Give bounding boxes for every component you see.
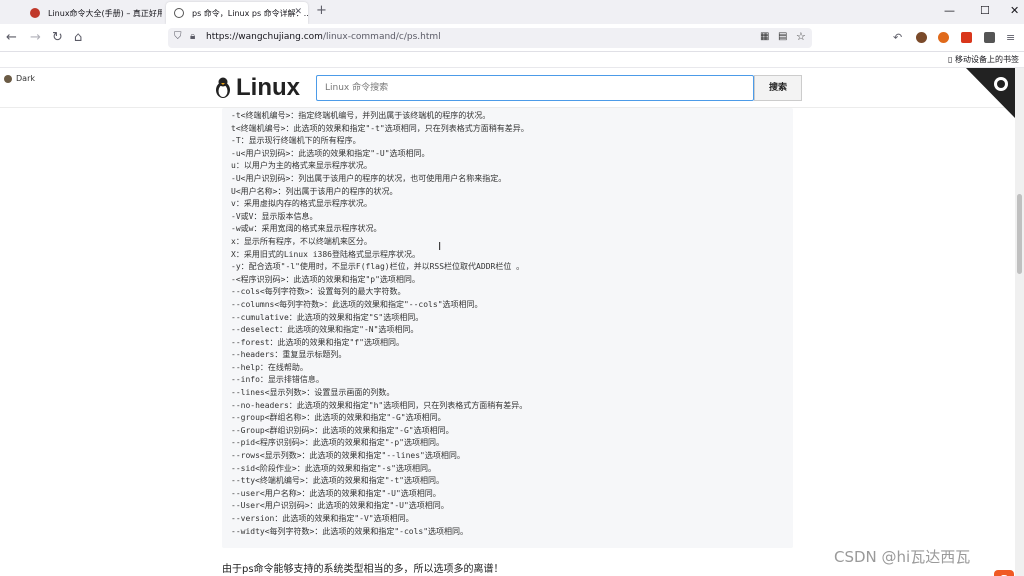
dark-mode-dot-icon: [4, 74, 12, 83]
code-line: -w或w：采用宽阔的格式来显示程序状况。: [231, 224, 382, 234]
code-line: U<用户名称>：列出属于该用户的程序的状况。: [231, 186, 398, 196]
extension-cookie-icon[interactable]: [916, 32, 927, 43]
code-line: --sid<阶段作业>：此选项的效果和指定"-s"选项相同。: [231, 463, 436, 473]
code-line: x：显示所有程序，不以终端机来区分。: [231, 236, 372, 246]
code-line: -U<用户识别码>：列出属于该用户的程序的状况，也可使用用户名称来指定。: [231, 173, 507, 183]
code-line: --tty<终端机编号>：此选项的效果和指定"-t"选项相同。: [231, 476, 444, 486]
reload-icon[interactable]: ↻: [52, 30, 63, 45]
dark-mode-toggle[interactable]: Dark: [4, 74, 35, 83]
text-cursor-icon: I: [438, 240, 442, 253]
site-favicon-icon: [174, 8, 184, 18]
sogou-ime-icon[interactable]: S: [994, 570, 1014, 576]
address-bar[interactable]: ⛉ 🔒︎ https://wangchujiang.com/linux-comm…: [168, 28, 812, 48]
extension-orange-icon[interactable]: [938, 32, 949, 43]
code-block: -t<终端机编号>：指定终端机编号，并列出属于该终端机的程序的状况。 t<终端机编…: [222, 108, 793, 548]
navigation-bar: ← → ↻ ⌂ ⛉ 🔒︎ https://wangchujiang.com/li…: [0, 24, 1024, 52]
site-header: Linux Linux 命令搜索 搜索: [0, 68, 1015, 118]
menu-icon[interactable]: ≡: [1006, 31, 1015, 44]
reader-view-icon[interactable]: ▤: [778, 31, 787, 42]
forward-icon[interactable]: →: [30, 30, 41, 45]
lock-icon[interactable]: 🔒︎: [190, 31, 195, 42]
code-line: t<终端机编号>：此选项的效果和指定"-t"选项相同，只在列表格式方面稍有差异。: [231, 123, 529, 133]
code-line: --pid<程序识别码>：此选项的效果和指定"-p"选项相同。: [231, 438, 444, 448]
code-line: --version：此选项的效果和指定"-V"选项相同。: [231, 514, 414, 523]
search-input[interactable]: Linux 命令搜索: [316, 75, 754, 101]
code-line: --columns<每列字符数>：此选项的效果和指定"--cols"选项相同。: [231, 299, 483, 309]
code-line: --no-headers：此选项的效果和指定"h"选项相同，只在列表格式方面稍有…: [231, 400, 528, 410]
code-line: -<程序识别码>：此选项的效果和指定"p"选项相同。: [231, 274, 420, 284]
dark-mode-label: Dark: [16, 74, 35, 83]
code-line: --info：显示排错信息。: [231, 375, 324, 385]
new-tab-icon[interactable]: +: [316, 3, 327, 18]
mobile-bookmarks[interactable]: ▯ 移动设备上的书签: [948, 54, 1019, 65]
url-text[interactable]: https://wangchujiang.com/linux-command/c…: [206, 32, 441, 42]
shield-icon[interactable]: ⛉: [174, 31, 182, 42]
code-line: -t<终端机编号>：指定终端机编号，并列出属于该终端机的程序的状况。: [231, 111, 491, 120]
home-icon[interactable]: ⌂: [74, 30, 82, 45]
code-line: --cumulative：此选项的效果和指定"S"选项相同。: [231, 312, 424, 322]
bookmark-star-icon[interactable]: ☆: [796, 30, 806, 43]
csdn-watermark: CSDN @hi瓦达西瓦: [834, 548, 971, 566]
undo-icon[interactable]: ↶: [893, 31, 902, 44]
github-corner-icon[interactable]: [966, 68, 1015, 118]
code-line: -y：配合选项"-l"使用时，不显示F(flag)栏位，并以RSS栏位取代ADD…: [231, 262, 525, 272]
tab-ps-command[interactable]: ps 命令，Linux ps 命令详解：… ✕: [166, 2, 308, 24]
tab-label: Linux命令大全(手册) – 真正好用…: [48, 8, 162, 18]
code-line: -u<用户识别码>：此选项的效果和指定"-U"选项相同。: [231, 148, 430, 158]
close-tab-icon[interactable]: ✕: [294, 7, 302, 17]
code-line: u：以用户为主的格式来显示程序状况。: [231, 161, 372, 171]
scrollbar[interactable]: [1015, 68, 1024, 576]
bookmarks-bar: ▯ 移动设备上的书签: [0, 52, 1024, 68]
page-content: Linux Linux 命令搜索 搜索 Dark -t<终端机编号>：指定终端机…: [0, 68, 1015, 576]
tab-linux-commands[interactable]: Linux命令大全(手册) – 真正好用…: [22, 2, 162, 24]
code-line: --cols<每列字符数>：设置每列的最大字符数。: [231, 287, 406, 297]
tab-label: ps 命令，Linux ps 命令详解：…: [192, 8, 308, 18]
code-line: --User<用户识别码>：此选项的效果和指定"-U"选项相同。: [231, 501, 449, 511]
code-line: --widty<每列字符数>：此选项的效果和指定"-cols"选项相同。: [231, 526, 469, 536]
url-host: https://wangchujiang.com: [206, 32, 323, 42]
close-window-button[interactable]: ✕: [1010, 4, 1019, 17]
extension-gray-icon[interactable]: [984, 32, 995, 43]
code-line: -T：显示现行终端机下的所有程序。: [231, 136, 361, 146]
code-line: --help：在线帮助。: [231, 362, 308, 372]
code-line: --headers：重复显示标题列。: [231, 350, 347, 360]
code-lines: -t<终端机编号>：指定终端机编号，并列出属于该终端机的程序的状况。 t<终端机编…: [231, 110, 529, 538]
scrollbar-thumb[interactable]: [1017, 194, 1022, 274]
site-favicon-icon: [30, 8, 40, 18]
tux-icon: [216, 77, 230, 98]
maximize-button[interactable]: ☐: [980, 4, 990, 17]
code-line: --user<用户名称>：此选项的效果和指定"-U"选项相同。: [231, 488, 441, 498]
code-line: --rows<显示列数>：此选项的效果和指定"--lines"选项相同。: [231, 451, 465, 461]
code-line: --deselect：此选项的效果和指定"-N"选项相同。: [231, 325, 419, 335]
url-path: /linux-command/c/ps.html: [322, 32, 441, 42]
code-line: X：采用旧式的Linux i386登陆格式显示程序状况。: [231, 249, 420, 259]
search-button[interactable]: 搜索: [754, 75, 802, 101]
extension-red-icon[interactable]: [961, 32, 972, 43]
site-logo[interactable]: Linux: [214, 74, 300, 102]
code-line: --forest：此选项的效果和指定"f"选项相同。: [231, 337, 404, 347]
qr-code-icon[interactable]: ▦: [760, 31, 769, 42]
minimize-button[interactable]: —: [944, 4, 955, 17]
code-line: --lines<显示列数>：设置显示画面的列数。: [231, 388, 395, 398]
logo-text: Linux: [236, 74, 300, 101]
paragraph: 由于ps命令能够支持的系统类型相当的多，所以选项多的离谱！: [222, 564, 504, 575]
back-icon[interactable]: ←: [6, 30, 17, 45]
code-line: --group<群组名称>：此选项的效果和指定"-G"选项相同。: [231, 413, 446, 423]
tab-bar: Linux命令大全(手册) – 真正好用… ps 命令，Linux ps 命令详…: [0, 0, 1024, 24]
mobile-bookmarks-label: 移动设备上的书签: [954, 55, 1019, 64]
code-line: v：采用虚拟内存的格式显示程序状况。: [231, 199, 372, 209]
code-line: --Group<群组识别码>：此选项的效果和指定"-G"选项相同。: [231, 425, 454, 435]
code-line: -V或V：显示版本信息。: [231, 211, 318, 221]
